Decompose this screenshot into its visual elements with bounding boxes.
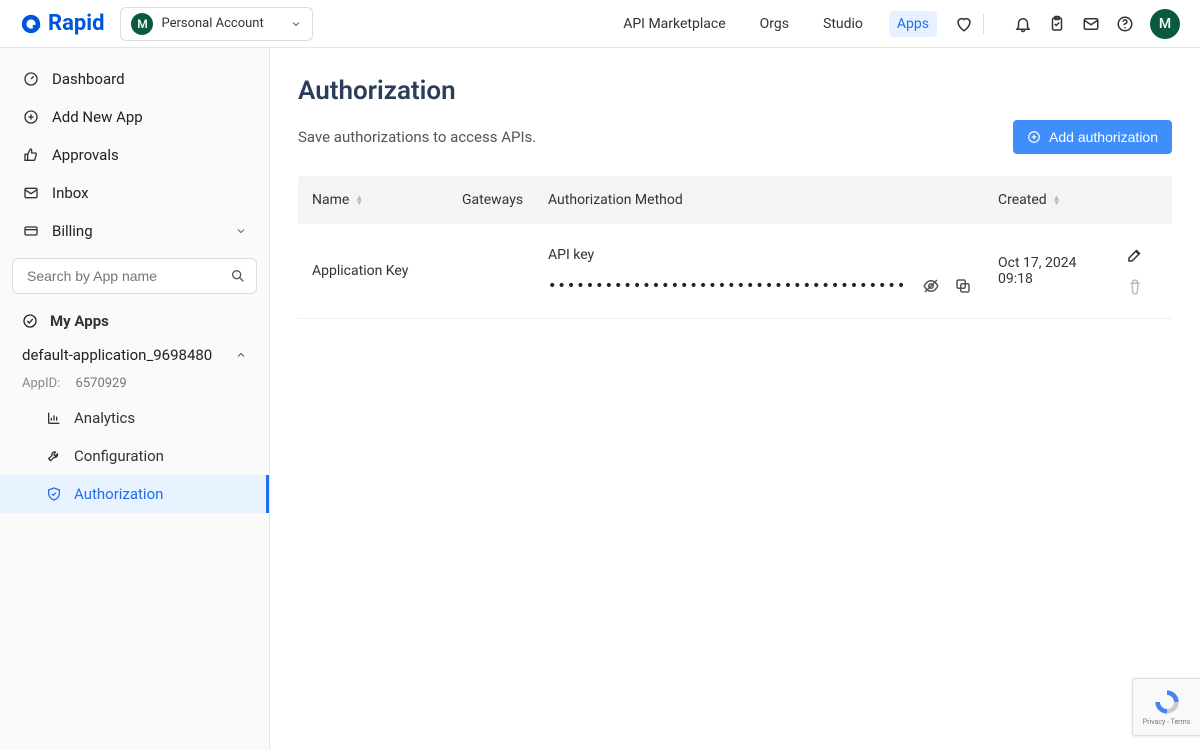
col-gateways: Gateways xyxy=(462,192,548,208)
table-header: Name ▲▼ Gateways Authorization Method Cr… xyxy=(298,176,1172,224)
user-avatar[interactable]: M xyxy=(1150,9,1180,39)
nav-studio[interactable]: Studio xyxy=(815,11,871,37)
table-row: Application Key API key ••••••••••••••••… xyxy=(298,224,1172,319)
nav-orgs[interactable]: Orgs xyxy=(752,11,797,37)
recaptcha-badge[interactable]: Privacy - Terms xyxy=(1132,678,1200,736)
page-subtitle: Save authorizations to access APIs. xyxy=(298,128,536,146)
sidebar-label: Approvals xyxy=(52,146,119,164)
app-id-label: AppID: xyxy=(22,376,60,391)
nav-api-marketplace[interactable]: API Marketplace xyxy=(615,11,733,37)
col-name[interactable]: Name ▲▼ xyxy=(312,192,462,208)
sidebar-add-app[interactable]: Add New App xyxy=(0,98,269,136)
subitem-label: Configuration xyxy=(74,447,164,465)
mail-icon[interactable] xyxy=(1082,15,1100,33)
recaptcha-icon xyxy=(1153,688,1181,716)
card-icon xyxy=(22,223,40,239)
method-label: API key xyxy=(548,247,998,263)
my-apps-header: My Apps xyxy=(0,302,269,340)
cell-name: Application Key xyxy=(312,263,462,279)
main-content: Authorization Save authorizations to acc… xyxy=(270,48,1200,750)
divider xyxy=(983,14,984,34)
sort-icon: ▲▼ xyxy=(355,195,363,205)
trash-icon[interactable] xyxy=(1126,278,1144,296)
nav-apps[interactable]: Apps xyxy=(889,11,937,37)
plus-circle-icon xyxy=(22,109,40,125)
masked-key: ••••••••••••••••••••••••••••••••••••••••… xyxy=(548,278,908,294)
cell-method: API key ••••••••••••••••••••••••••••••••… xyxy=(548,247,998,295)
bell-icon[interactable] xyxy=(1014,15,1032,33)
col-method: Authorization Method xyxy=(548,192,998,208)
sidebar-approvals[interactable]: Approvals xyxy=(0,136,269,174)
brand-logo[interactable]: Rapid xyxy=(20,11,104,36)
gauge-icon xyxy=(22,71,40,87)
chevron-down-icon xyxy=(290,18,302,30)
sort-icon: ▲▼ xyxy=(1053,195,1061,205)
col-created[interactable]: Created ▲▼ xyxy=(998,192,1112,208)
plus-circle-icon xyxy=(1027,130,1041,144)
subitem-label: Analytics xyxy=(74,409,135,427)
app-id-row: AppID: 6570929 xyxy=(0,368,269,399)
sidebar: Dashboard Add New App Approvals Inbox Bi… xyxy=(0,48,270,750)
subitem-label: Authorization xyxy=(74,485,163,503)
authorizations-table: Name ▲▼ Gateways Authorization Method Cr… xyxy=(298,176,1172,319)
app-toggle[interactable]: default-application_9698480 xyxy=(22,346,247,364)
subitem-configuration[interactable]: Configuration xyxy=(0,437,269,475)
heart-icon[interactable] xyxy=(955,15,973,33)
account-switcher[interactable]: M Personal Account xyxy=(120,7,312,41)
account-label: Personal Account xyxy=(161,16,263,31)
add-button-label: Add authorization xyxy=(1049,129,1158,145)
sidebar-label: Dashboard xyxy=(52,70,125,88)
cell-created: Oct 17, 2024 09:18 xyxy=(998,255,1112,287)
edit-icon[interactable] xyxy=(1126,246,1144,264)
eye-off-icon[interactable] xyxy=(922,277,940,295)
section-label: My Apps xyxy=(50,312,109,330)
top-nav: API Marketplace Orgs Studio Apps xyxy=(615,11,973,37)
search-icon xyxy=(230,268,246,284)
wrench-icon xyxy=(46,448,62,464)
brand-text: Rapid xyxy=(48,11,104,36)
chevron-down-icon xyxy=(235,225,247,237)
subitem-analytics[interactable]: Analytics xyxy=(0,399,269,437)
sidebar-inbox[interactable]: Inbox xyxy=(0,174,269,212)
clipboard-icon[interactable] xyxy=(1048,15,1066,33)
mail-icon xyxy=(22,185,40,201)
sidebar-label: Add New App xyxy=(52,108,143,126)
app-name: default-application_9698480 xyxy=(22,346,212,364)
sidebar-dashboard[interactable]: Dashboard xyxy=(0,60,269,98)
check-circle-icon xyxy=(22,313,38,329)
sidebar-billing[interactable]: Billing xyxy=(0,212,269,250)
sidebar-label: Billing xyxy=(52,222,93,240)
add-authorization-button[interactable]: Add authorization xyxy=(1013,120,1172,154)
app-search[interactable] xyxy=(12,258,257,294)
subitem-authorization[interactable]: Authorization xyxy=(0,475,269,513)
app-id-value: 6570929 xyxy=(76,376,127,391)
search-input[interactable] xyxy=(23,259,230,293)
page-title: Authorization xyxy=(298,76,1172,106)
sidebar-label: Inbox xyxy=(52,184,89,202)
chevron-up-icon xyxy=(235,349,247,361)
account-avatar: M xyxy=(131,13,153,35)
rapid-logo-icon xyxy=(20,13,42,35)
help-icon[interactable] xyxy=(1116,15,1134,33)
thumbs-up-icon xyxy=(22,147,40,163)
shield-icon xyxy=(46,486,62,502)
chart-icon xyxy=(46,410,62,426)
copy-icon[interactable] xyxy=(954,277,972,295)
